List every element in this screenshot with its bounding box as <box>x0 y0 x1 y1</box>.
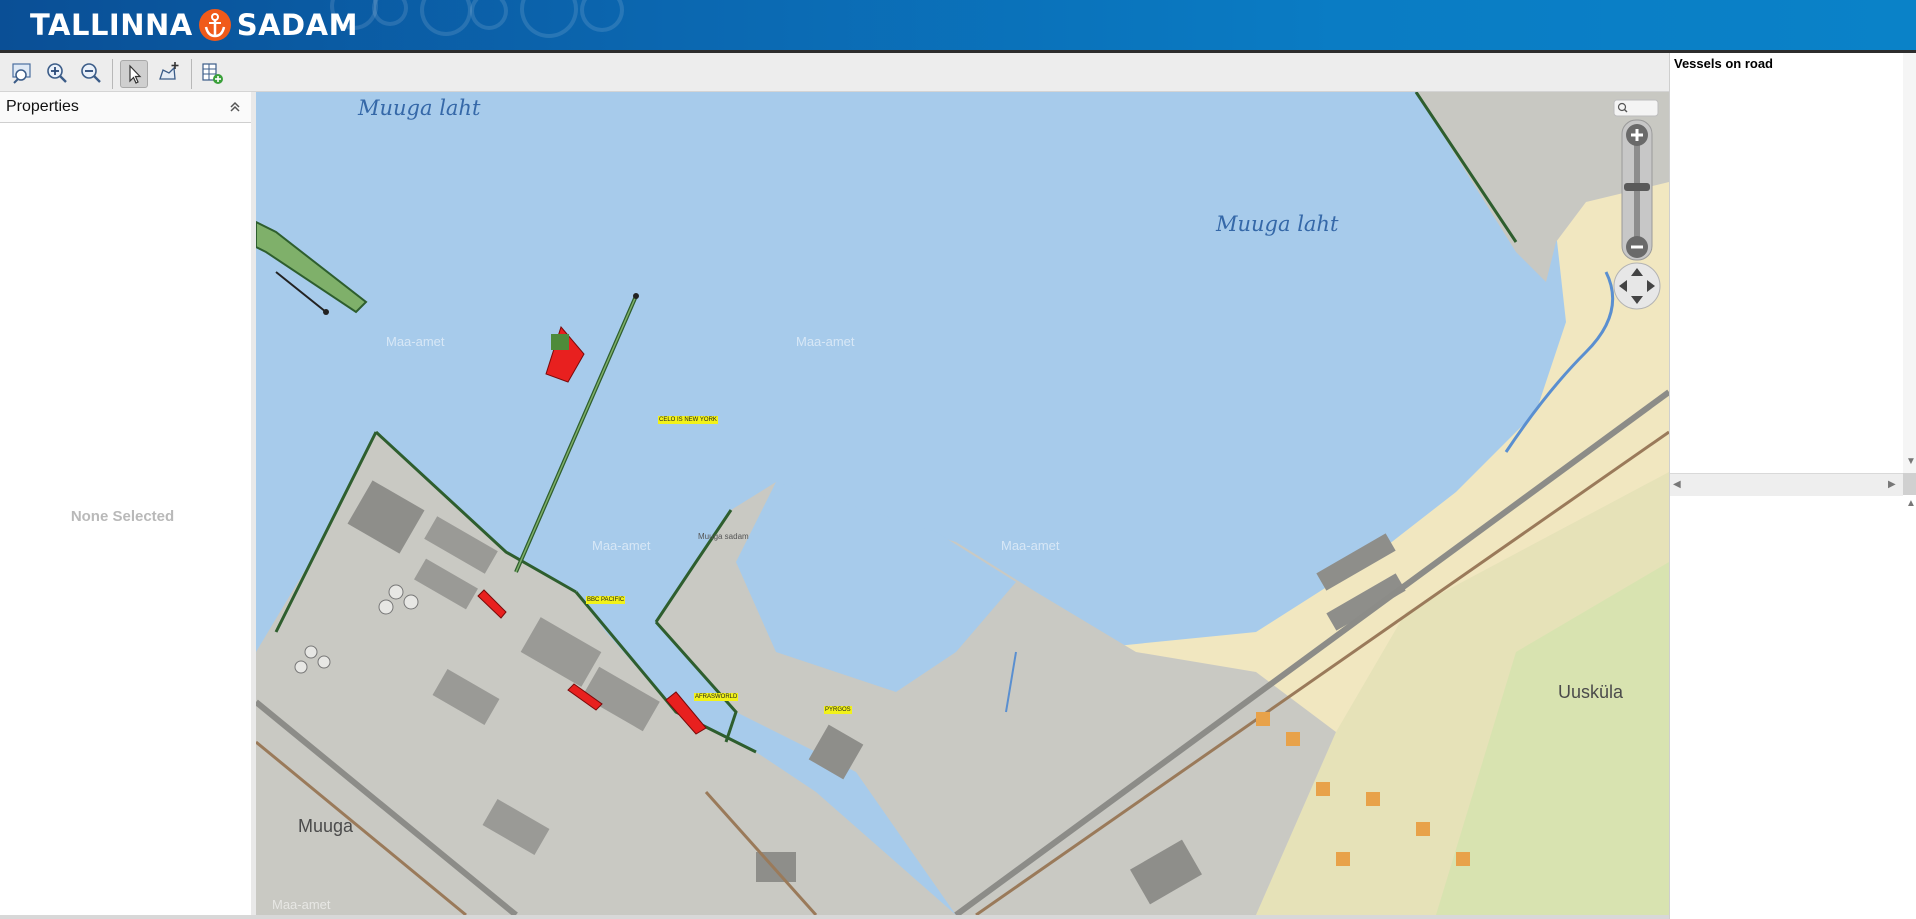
select-pointer-icon <box>129 64 142 84</box>
map-navigation-control <box>1612 98 1664 338</box>
status-strip <box>0 915 1669 919</box>
vessels-panel-title: Vessels on road <box>1674 56 1773 71</box>
empty-selection-text: None Selected <box>70 508 175 525</box>
vessel-label[interactable]: PYRGOS <box>824 706 852 714</box>
toolbar-separator <box>191 59 192 89</box>
zoom-to-extent-button[interactable] <box>9 60 35 86</box>
vessel-label[interactable]: CELO IS NEW YORK <box>658 416 718 424</box>
add-feature-icon <box>159 62 179 80</box>
brand-logo[interactable]: TALLINNA SADAM <box>30 6 358 44</box>
zoom-out-button[interactable] <box>78 60 104 86</box>
horizontal-scrollbar[interactable]: ◀ ▶ <box>1670 473 1903 496</box>
map-toolbar <box>0 53 1669 92</box>
brand-text-left: TALLINNA <box>30 8 193 42</box>
vessel-label[interactable]: AFRASWORLD <box>694 693 739 701</box>
properties-panel: Properties None Selected <box>0 92 252 919</box>
double-chevron-up-icon <box>230 101 240 112</box>
export-table-button[interactable] <box>199 60 225 86</box>
zoom-out-icon <box>81 63 101 83</box>
map-canvas <box>256 92 1669 915</box>
export-table-icon <box>202 63 223 84</box>
map-watermark: Maa-amet <box>1001 538 1060 553</box>
map-view[interactable]: Muuga laht Muuga laht Maa-amet Maa-amet … <box>256 92 1669 915</box>
scroll-left-icon[interactable]: ◀ <box>1673 480 1681 490</box>
scroll-right-icon[interactable]: ▶ <box>1888 480 1896 490</box>
brand-text-right: SADAM <box>236 8 358 42</box>
vertical-scrollbar[interactable]: ▼ <box>1903 53 1916 473</box>
properties-title: Properties <box>6 98 79 115</box>
collapse-panel-button[interactable] <box>227 99 243 115</box>
scroll-up-icon[interactable]: ▲ <box>1906 499 1916 509</box>
map-watermark: Maa-amet <box>592 538 651 553</box>
vessel-label[interactable]: BBC PACIFIC <box>586 596 626 604</box>
anchor-icon <box>198 9 231 41</box>
scrollbar-corner <box>1903 473 1916 495</box>
harbour-label: Muuga sadam <box>698 532 749 541</box>
zoom-in-icon <box>47 63 67 83</box>
map-watermark: Maa-amet <box>796 334 855 349</box>
vessels-panel: Vessels on road ▼ ◀ ▶ ▲ <box>1669 53 1916 919</box>
add-feature-button[interactable] <box>155 60 181 86</box>
map-watermark: Maa-amet <box>272 897 331 912</box>
map-watermark: Maa-amet <box>386 334 445 349</box>
zoom-to-extent-icon <box>12 63 31 84</box>
select-pointer-button[interactable] <box>120 60 148 88</box>
scroll-down-icon[interactable]: ▼ <box>1906 457 1916 467</box>
pan-arrows-icon[interactable] <box>1613 262 1661 310</box>
place-label-uuskula: Uusküla <box>1558 682 1624 702</box>
zoom-in-button[interactable] <box>44 60 70 86</box>
water-label: Muuga laht <box>1216 212 1339 236</box>
properties-header: Properties <box>0 92 251 123</box>
water-label: Muuga laht <box>358 96 481 120</box>
map-search-box[interactable] <box>1613 99 1659 117</box>
toolbar-separator <box>112 59 113 89</box>
zoom-slider-handle[interactable] <box>1624 183 1650 191</box>
app-header: TALLINNA SADAM <box>0 0 1916 50</box>
place-label-muuga: Muuga <box>298 816 354 836</box>
